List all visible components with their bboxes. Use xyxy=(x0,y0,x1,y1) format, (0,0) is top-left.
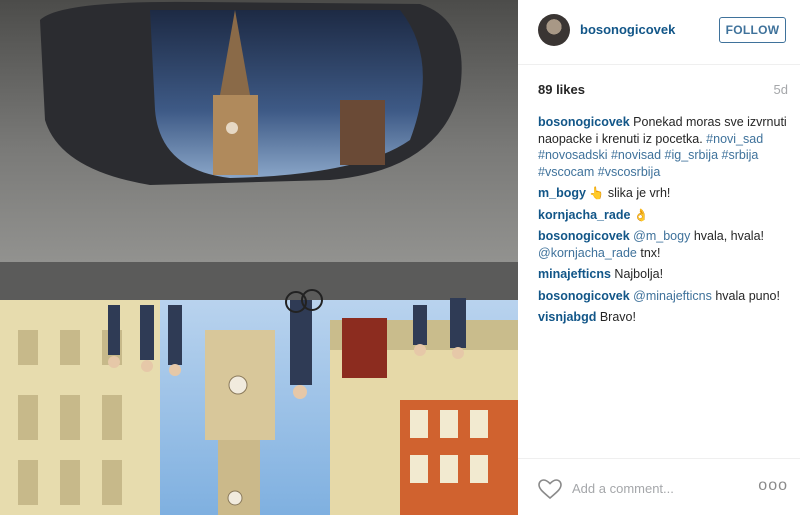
comment: minajefticns Najbolja! xyxy=(538,266,788,283)
comment: m_bogy 👆 slika je vrh! xyxy=(538,185,788,202)
comment-username[interactable]: bosonogicovek xyxy=(538,115,630,129)
post-side-panel: bosonogicovek FOLLOW 89 likes 5d bosonog… xyxy=(518,0,800,515)
caption: bosonogicovek Ponekad moras sve izvrnuti… xyxy=(538,114,788,180)
author-avatar[interactable] xyxy=(538,14,570,46)
comment-text: tnx! xyxy=(640,245,661,260)
comment-list: bosonogicovek Ponekad moras sve izvrnuti… xyxy=(538,114,788,331)
ok-hand-emoji-icon: 👌 xyxy=(633,207,649,222)
comment-username[interactable]: kornjacha_rade xyxy=(538,208,630,222)
post-photo[interactable] xyxy=(0,0,518,515)
mention-link[interactable]: @kornjacha_rade xyxy=(538,246,637,260)
likes-count[interactable]: 89 likes xyxy=(538,82,585,97)
comment: kornjacha_rade 👌 xyxy=(538,207,788,224)
comment-text: Najbolja! xyxy=(614,267,664,281)
pointing-up-emoji-icon: 👆 xyxy=(589,186,605,200)
heart-icon[interactable] xyxy=(538,479,562,499)
comment-text: slika je vrh! xyxy=(607,186,671,200)
comment-username[interactable]: m_bogy xyxy=(538,186,586,200)
add-comment-input[interactable]: Add a comment... xyxy=(572,481,674,496)
more-options-icon[interactable]: ooo xyxy=(758,477,788,495)
mention-link[interactable]: @m_bogy xyxy=(633,229,690,243)
hashtag[interactable]: #vscosrbija xyxy=(598,165,661,179)
hashtag[interactable]: #novi_sad xyxy=(706,132,763,146)
hashtag[interactable]: #vscocam xyxy=(538,165,594,179)
hashtag[interactable]: #srbija xyxy=(722,148,759,162)
comment-username[interactable]: bosonogicovek xyxy=(538,229,630,243)
comment-username[interactable]: visnjabgd xyxy=(538,310,596,324)
likes-row: 89 likes 5d xyxy=(538,82,788,100)
comment-text: Bravo! xyxy=(599,310,636,324)
post-header: bosonogicovek FOLLOW xyxy=(518,0,800,65)
hashtag[interactable]: #novosadski xyxy=(538,148,608,162)
comment-text: hvala puno! xyxy=(715,288,780,303)
hashtag[interactable]: #novisad xyxy=(611,148,661,162)
hashtag[interactable]: #ig_srbija xyxy=(665,148,719,162)
comment-username[interactable]: minajefticns xyxy=(538,267,611,281)
comment-text: hvala, hvala! xyxy=(693,229,765,243)
comment: bosonogicovek @m_bogy hvala, hvala! @kor… xyxy=(538,228,788,261)
post-age[interactable]: 5d xyxy=(774,82,788,97)
comment-username[interactable]: bosonogicovek xyxy=(538,289,630,303)
mention-link[interactable]: @minajefticns xyxy=(633,289,712,303)
follow-button[interactable]: FOLLOW xyxy=(719,17,786,43)
comment: visnjabgd Bravo! xyxy=(538,309,788,326)
comment-footer: Add a comment... ooo xyxy=(518,458,800,516)
upside-down-street-photo xyxy=(0,0,518,515)
comment: bosonogicovek @minajefticns hvala puno! xyxy=(538,288,788,305)
author-username[interactable]: bosonogicovek xyxy=(580,22,675,37)
